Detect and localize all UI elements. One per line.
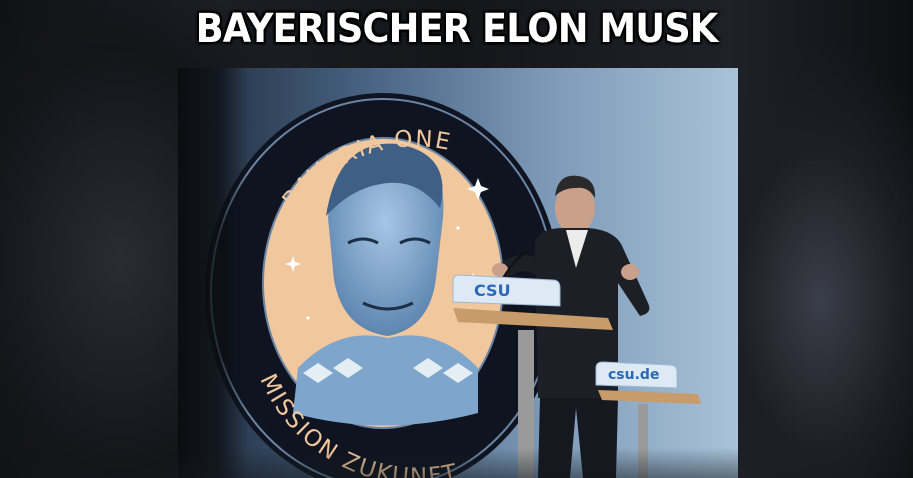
csu-de-lectern-label: csu.de [608, 367, 660, 383]
stage-photo: BAVARIA ONE MISSION ZUKUNFT [178, 68, 738, 478]
csu-lectern-logo: CSU [474, 281, 511, 300]
stage-floor-shadow [178, 448, 738, 478]
stage-left-shadow [178, 68, 248, 478]
stage-scene: BAVARIA ONE MISSION ZUKUNFT [205, 93, 701, 478]
headline-caption: BAYERISCHER ELON MUSK [195, 6, 719, 52]
